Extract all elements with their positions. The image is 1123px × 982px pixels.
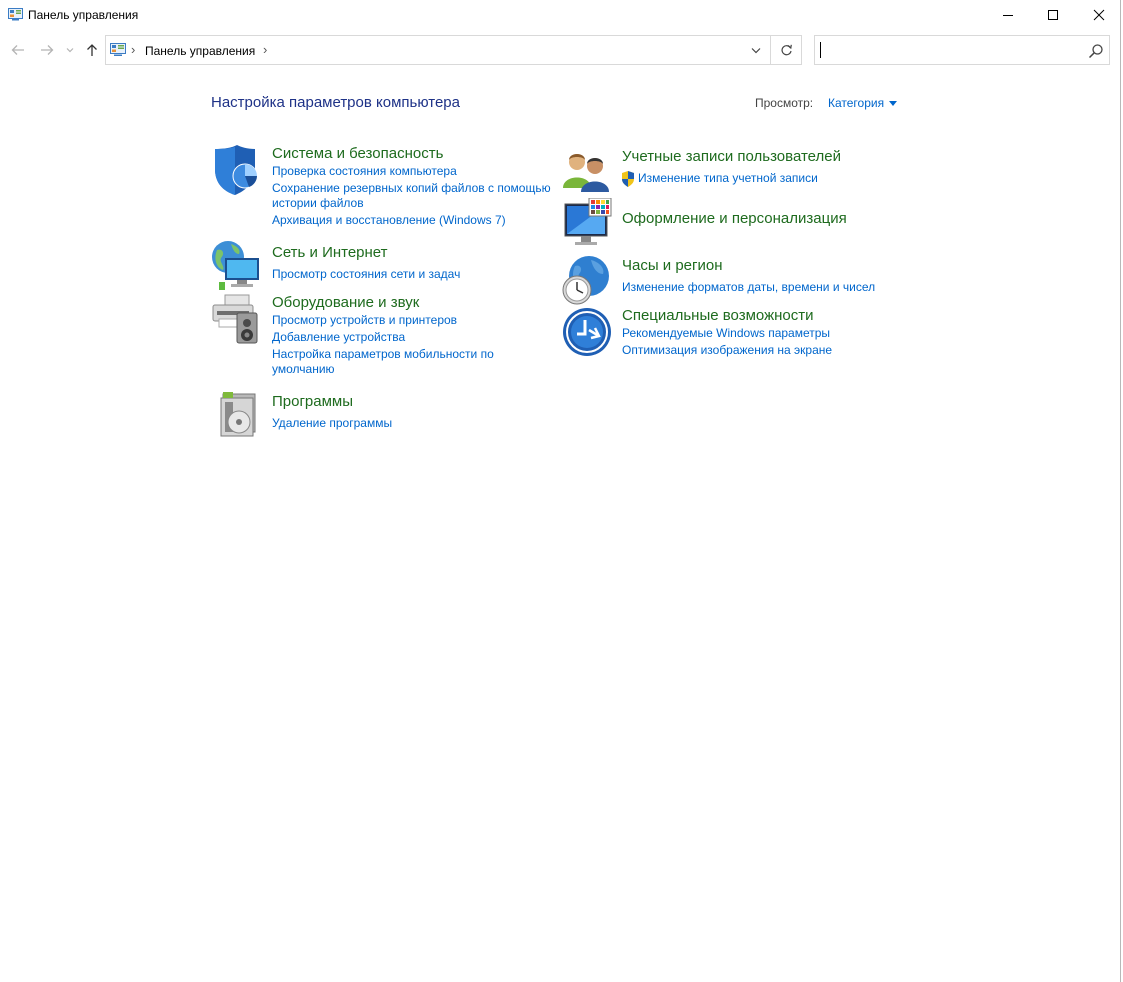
back-button[interactable]	[8, 40, 28, 60]
users-icon[interactable]	[561, 148, 613, 200]
category-hardware-sound[interactable]: Оборудование и звук	[272, 294, 419, 311]
shield-icon[interactable]	[211, 145, 263, 197]
accessibility-icon[interactable]	[561, 306, 613, 358]
chevron-down-icon	[751, 47, 761, 53]
search-input[interactable]	[823, 40, 1073, 60]
view-by-label: Просмотр:	[755, 96, 814, 110]
search-icon[interactable]	[1088, 43, 1104, 59]
arrow-up-icon	[87, 44, 97, 56]
breadcrumb-separator[interactable]: ›	[263, 42, 267, 57]
category-system-security[interactable]: Система и безопасность	[272, 145, 443, 162]
link-change-account-type[interactable]: Изменение типа учетной записи	[638, 171, 818, 186]
maximize-button[interactable]	[1030, 0, 1076, 30]
link-check-computer-status[interactable]: Проверка состояния компьютера	[272, 164, 457, 179]
caret-down-icon	[889, 100, 898, 106]
link-file-history-backup[interactable]: Сохранение резервных копий файлов с помо…	[272, 181, 562, 211]
link-add-device[interactable]: Добавление устройства	[272, 330, 405, 345]
view-by-value[interactable]: Категория	[828, 96, 884, 110]
refresh-button[interactable]	[770, 36, 802, 64]
link-optimize-display[interactable]: Оптимизация изображения на экране	[622, 343, 832, 358]
monitor-personalization-icon[interactable]	[561, 198, 613, 250]
category-clock-region[interactable]: Часы и регион	[622, 257, 723, 274]
control-panel-window: Панель управления › Панель управления › …	[0, 0, 1121, 982]
address-bar[interactable]: › Панель управления ›	[105, 35, 802, 65]
arrow-left-icon	[11, 45, 24, 55]
search-box[interactable]	[814, 35, 1110, 65]
close-button[interactable]	[1076, 0, 1122, 30]
page-title: Настройка параметров компьютера	[211, 94, 460, 111]
category-ease-of-access[interactable]: Специальные возможности	[622, 307, 814, 324]
programs-box-icon[interactable]	[211, 390, 263, 442]
breadcrumb-control-panel[interactable]: Панель управления	[145, 44, 255, 58]
link-devices-printers[interactable]: Просмотр устройств и принтеров	[272, 313, 457, 328]
close-icon	[1093, 9, 1105, 21]
text-caret	[820, 42, 821, 58]
refresh-icon	[781, 44, 792, 55]
category-network-internet[interactable]: Сеть и Интернет	[272, 244, 388, 261]
chevron-down-icon	[66, 48, 74, 53]
network-globe-icon[interactable]	[211, 240, 263, 292]
view-by-dropdown[interactable]: Категория	[828, 96, 898, 110]
category-appearance-personalization[interactable]: Оформление и персонализация	[622, 210, 847, 227]
link-uninstall-program[interactable]: Удаление программы	[272, 416, 392, 431]
link-recommended-settings[interactable]: Рекомендуемые Windows параметры	[622, 326, 830, 341]
title-bar: Панель управления	[0, 0, 1120, 30]
breadcrumb-separator[interactable]: ›	[131, 42, 135, 57]
minimize-button[interactable]	[985, 0, 1031, 30]
clock-globe-icon[interactable]	[561, 254, 613, 306]
minimize-icon	[1003, 15, 1013, 16]
printer-speaker-icon[interactable]	[211, 293, 263, 345]
address-history-dropdown[interactable]	[743, 36, 769, 64]
uac-shield-icon	[622, 171, 634, 187]
maximize-icon	[1048, 10, 1058, 20]
window-title: Панель управления	[28, 8, 139, 22]
link-date-time-formats[interactable]: Изменение форматов даты, времени и чисел	[622, 280, 875, 295]
arrow-right-icon	[41, 45, 54, 55]
forward-button[interactable]	[37, 40, 57, 60]
control-panel-icon	[110, 43, 126, 56]
link-mobility-settings[interactable]: Настройка параметров мобильности по умол…	[272, 347, 512, 377]
recent-locations-button[interactable]	[63, 40, 77, 60]
up-button[interactable]	[83, 40, 101, 60]
category-programs[interactable]: Программы	[272, 393, 353, 410]
link-network-status[interactable]: Просмотр состояния сети и задач	[272, 267, 460, 282]
category-user-accounts[interactable]: Учетные записи пользователей	[622, 148, 841, 165]
link-backup-restore-win7[interactable]: Архивация и восстановление (Windows 7)	[272, 213, 506, 228]
control-panel-icon	[8, 8, 23, 21]
